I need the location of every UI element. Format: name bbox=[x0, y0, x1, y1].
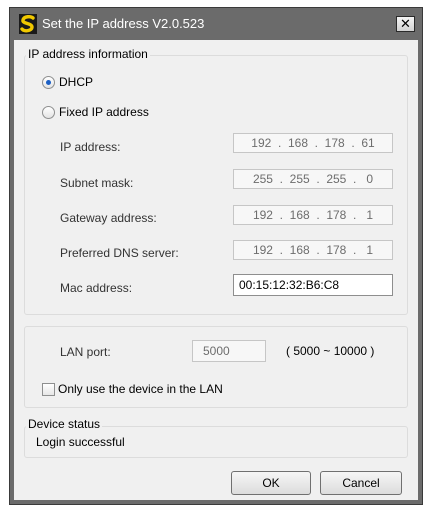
ok-button[interactable]: OK bbox=[231, 471, 311, 495]
dns-server-field[interactable]: 192 . 168 . 178 . 1 bbox=[233, 240, 393, 260]
dhcp-radio[interactable] bbox=[42, 76, 55, 89]
lan-port-label: LAN port: bbox=[60, 345, 111, 359]
close-button[interactable]: ✕ bbox=[396, 16, 415, 32]
s-logo-icon bbox=[19, 14, 37, 34]
lan-only-label[interactable]: Only use the device in the LAN bbox=[58, 382, 223, 396]
lan-port-field[interactable]: 5000 bbox=[192, 340, 266, 362]
ip-address-label: IP address: bbox=[60, 140, 121, 154]
window-title: Set the IP address V2.0.523 bbox=[42, 16, 205, 31]
ip-info-group-title: IP address information bbox=[26, 47, 150, 61]
cancel-button[interactable]: Cancel bbox=[320, 471, 402, 495]
dhcp-label[interactable]: DHCP bbox=[59, 75, 93, 89]
dialog-client-area: IP address information DHCP Fixed IP add… bbox=[14, 40, 418, 500]
lan-port-range: ( 5000 ~ 10000 ) bbox=[286, 344, 375, 358]
subnet-mask-label: Subnet mask: bbox=[60, 176, 134, 190]
dialog-window: Set the IP address V2.0.523 ✕ IP address… bbox=[9, 7, 423, 505]
gateway-label: Gateway address: bbox=[60, 211, 157, 225]
dhcp-radio-selected-dot bbox=[46, 80, 51, 85]
device-status-title: Device status bbox=[26, 417, 103, 431]
dns-server-label: Preferred DNS server: bbox=[60, 246, 179, 260]
fixed-ip-radio[interactable] bbox=[42, 106, 55, 119]
ip-address-field[interactable]: 192 . 168 . 178 . 61 bbox=[233, 133, 393, 153]
device-status-text: Login successful bbox=[36, 435, 125, 449]
gateway-field[interactable]: 192 . 168 . 178 . 1 bbox=[233, 205, 393, 225]
mac-address-label: Mac address: bbox=[60, 281, 133, 295]
fixed-ip-label[interactable]: Fixed IP address bbox=[59, 105, 149, 119]
title-bar[interactable]: Set the IP address V2.0.523 ✕ bbox=[10, 8, 422, 40]
mac-address-field[interactable]: 00:15:12:32:B6:C8 bbox=[233, 274, 393, 296]
lan-only-checkbox[interactable] bbox=[42, 383, 55, 396]
subnet-mask-field[interactable]: 255 . 255 . 255 . 0 bbox=[233, 169, 393, 189]
